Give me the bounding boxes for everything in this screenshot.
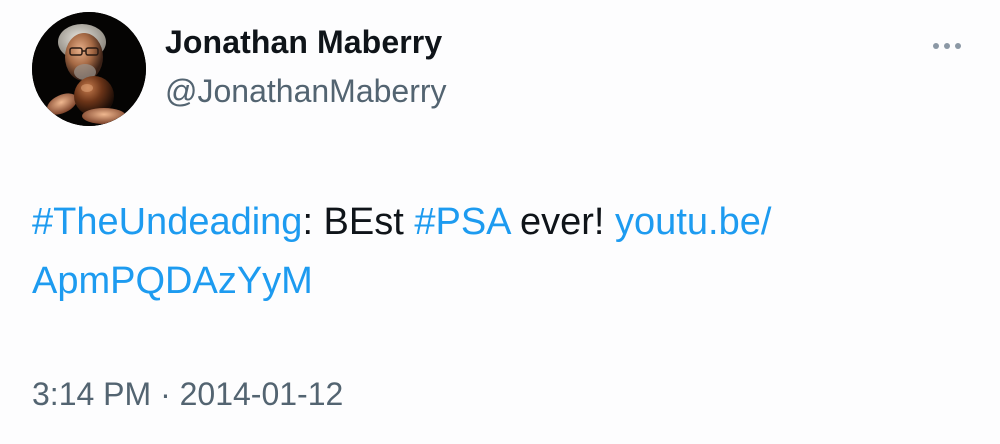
- youtube-link[interactable]: youtu.be/: [615, 201, 771, 243]
- profile-photo-image: [32, 12, 146, 126]
- tweet-text-segment: ever!: [509, 201, 616, 243]
- hashtag-psa[interactable]: #PSA: [414, 201, 509, 243]
- author-handle[interactable]: @JonathanMaberry: [165, 73, 447, 110]
- ellipsis-dot: [944, 43, 950, 49]
- author-display-name[interactable]: Jonathan Maberry: [165, 24, 442, 61]
- tweet-date[interactable]: 2014-01-12: [180, 376, 344, 412]
- ellipsis-dot: [955, 43, 961, 49]
- more-options-button[interactable]: [924, 30, 970, 62]
- tweet-text-segment: : BEst: [302, 201, 415, 243]
- avatar[interactable]: [32, 12, 146, 126]
- tweet-timestamp: 3:14 PM · 2014-01-12: [32, 376, 343, 413]
- timestamp-separator: ·: [151, 376, 180, 412]
- tweet-time[interactable]: 3:14 PM: [32, 376, 151, 412]
- youtube-link-continued[interactable]: ApmPQDAzYyM: [32, 260, 313, 302]
- ellipsis-horizontal-icon: [933, 43, 939, 49]
- tweet-text: #TheUndeading: BEst #PSA ever! youtu.be/…: [32, 193, 932, 311]
- tweet-card: Jonathan Maberry @JonathanMaberry #TheUn…: [0, 0, 1000, 444]
- hashtag-theundeading[interactable]: #TheUndeading: [32, 201, 302, 243]
